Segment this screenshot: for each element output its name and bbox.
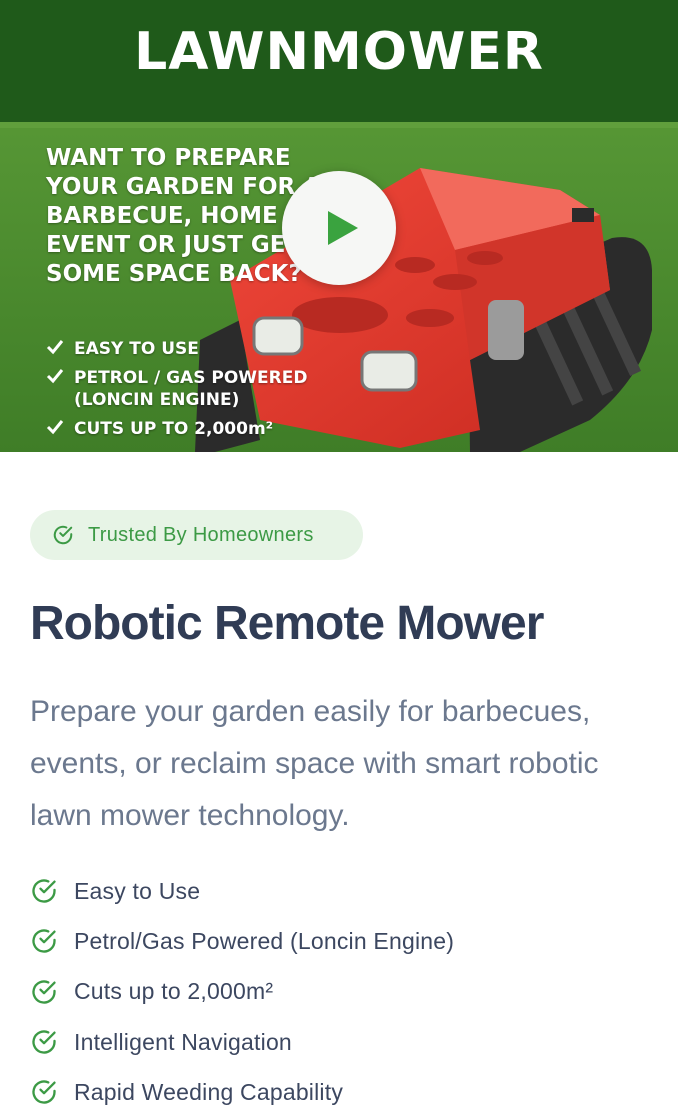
play-icon bbox=[328, 211, 358, 245]
feature-list: Easy to Use Petrol/Gas Powered (Loncin E… bbox=[30, 866, 650, 1116]
feature-item: Rapid Weeding Capability bbox=[30, 1067, 650, 1116]
product-description: Prepare your garden easily for barbecues… bbox=[30, 695, 599, 832]
hero-checklist-label: PETROL / GAS POWERED (LONCIN ENGINE) bbox=[74, 368, 308, 410]
badge-label: Trusted By Homeowners bbox=[88, 523, 314, 546]
hero-checklist-item: CUTS UP TO 2,000m² bbox=[46, 418, 376, 440]
hero-checklist-item: PETROL / GAS POWERED (LONCIN ENGINE) bbox=[46, 367, 376, 411]
product-video[interactable]: LAWNMOWER WANT TO PREPARE YOUR GARDEN FO… bbox=[0, 0, 678, 452]
feature-item: Easy to Use bbox=[30, 866, 650, 916]
check-circle-icon bbox=[53, 525, 73, 545]
feature-item: Intelligent Navigation bbox=[30, 1017, 650, 1067]
banner-title: LAWNMOWER bbox=[134, 22, 544, 82]
check-circle-icon bbox=[32, 1080, 56, 1104]
check-circle-icon bbox=[32, 1030, 56, 1054]
hero-checklist-label: EASY TO USE bbox=[74, 339, 199, 359]
hero-checklist-item: EASY TO USE bbox=[46, 338, 376, 360]
feature-label: Easy to Use bbox=[74, 877, 201, 904]
feature-label: Rapid Weeding Capability bbox=[74, 1078, 344, 1105]
feature-item: Petrol/Gas Powered (Loncin Engine) bbox=[30, 916, 650, 966]
check-circle-icon bbox=[32, 929, 56, 954]
check-circle-icon bbox=[32, 879, 56, 903]
hero-checklist: EASY TO USE PETROL / GAS POWERED (LONCIN… bbox=[46, 338, 376, 447]
check-icon bbox=[46, 420, 64, 435]
feature-label: Intelligent Navigation bbox=[74, 1028, 292, 1055]
play-button[interactable] bbox=[282, 171, 396, 285]
check-circle-icon bbox=[32, 980, 56, 1004]
feature-label: Cuts up to 2,000m² bbox=[74, 978, 274, 1005]
product-title: Robotic Remote Mower bbox=[30, 597, 544, 650]
trusted-badge: Trusted By Homeowners bbox=[30, 510, 363, 560]
feature-item: Cuts up to 2,000m² bbox=[30, 967, 650, 1017]
feature-label: Petrol/Gas Powered (Loncin Engine) bbox=[74, 927, 455, 954]
check-icon bbox=[46, 369, 64, 384]
check-icon bbox=[46, 340, 64, 355]
hero-checklist-label: CUTS UP TO 2,000m² bbox=[74, 419, 274, 439]
